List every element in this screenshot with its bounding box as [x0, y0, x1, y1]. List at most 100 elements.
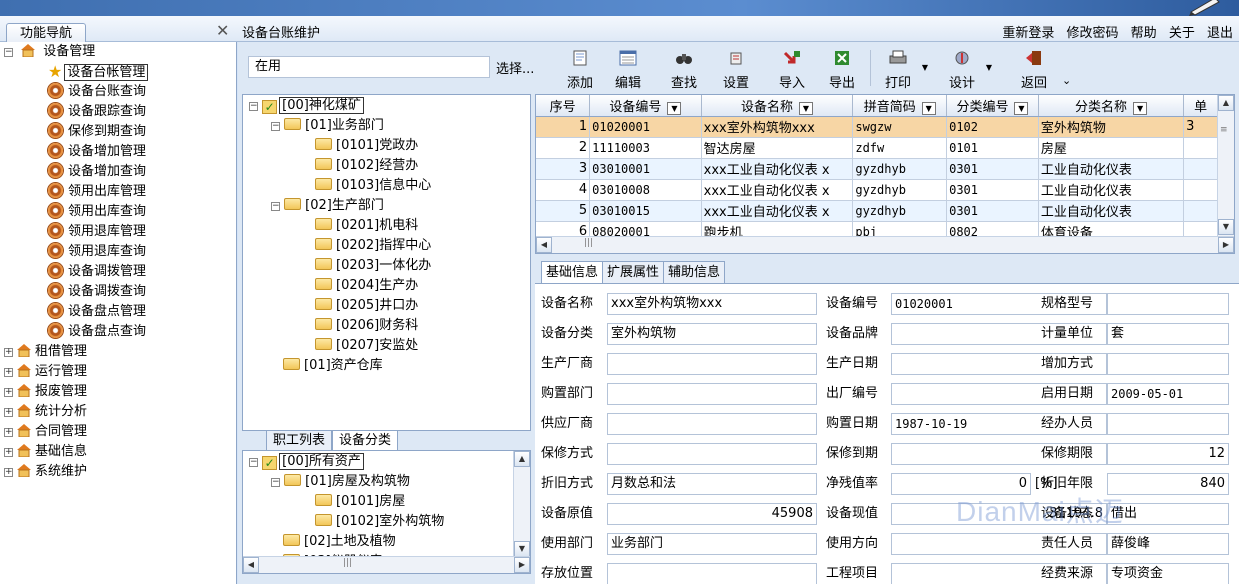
tree-node[interactable]: [02]土地及植物: [271, 532, 396, 552]
nav-group[interactable]: + 运行管理: [4, 362, 87, 382]
nav-tab[interactable]: 功能导航: [6, 23, 86, 43]
field-input[interactable]: 45908: [607, 503, 817, 525]
nav-item[interactable]: 设备盘点管理: [48, 302, 146, 322]
nav-group[interactable]: + 系统维护: [4, 462, 87, 482]
column-header[interactable]: 设备名称 ▼: [701, 95, 854, 117]
column-header[interactable]: 拼音简码 ▼: [852, 95, 948, 117]
field-input[interactable]: [1107, 353, 1229, 375]
nav-group[interactable]: + 基础信息: [4, 442, 87, 462]
field-input[interactable]: xxx室外构筑物xxx: [607, 293, 817, 315]
expand-icon[interactable]: +: [4, 448, 13, 457]
nav-item[interactable]: 设备跟踪查询: [48, 102, 146, 122]
field-input[interactable]: [607, 383, 817, 405]
status-filter-input[interactable]: 在用: [248, 56, 490, 78]
table-row[interactable]: 5 03010015 xxx工业自动化仪表 x gyzdhyb 0301 工业自动化仪表: [536, 200, 1218, 222]
nav-item[interactable]: 设备增加查询: [48, 162, 146, 182]
nav-item[interactable]: 保修到期查询: [48, 122, 146, 142]
tab-auxiliary-info[interactable]: 辅助信息: [663, 261, 726, 283]
expand-icon[interactable]: +: [4, 368, 13, 377]
category-vscrollbar[interactable]: ▲ ▼: [513, 451, 530, 558]
add-button[interactable]: 添加: [560, 50, 600, 91]
column-filter-icon[interactable]: ▼: [799, 101, 813, 115]
export-button[interactable]: 导出: [822, 50, 862, 91]
collapse-icon[interactable]: −: [271, 478, 280, 487]
close-icon[interactable]: ✕: [216, 21, 229, 40]
nav-item[interactable]: 设备调拨管理: [48, 262, 146, 282]
column-filter-icon[interactable]: ▼: [667, 101, 682, 115]
grid-vscrollbar[interactable]: ▲ ≡ ▼: [1217, 95, 1234, 236]
column-header[interactable]: 序号: [536, 95, 591, 117]
scroll-grip-icon[interactable]: |||: [584, 238, 593, 248]
edit-button[interactable]: 编辑: [608, 50, 648, 91]
field-input[interactable]: 12: [1107, 443, 1229, 465]
column-header[interactable]: 分类编号 ▼: [946, 95, 1039, 117]
table-row[interactable]: 3 03010001 xxx工业自动化仪表 x gyzdhyb 0301 工业自动化仪表: [536, 158, 1218, 180]
nav-item[interactable]: 领用出库查询: [48, 202, 146, 222]
nav-item[interactable]: 设备调拨查询: [48, 282, 146, 302]
tree-node[interactable]: [0102]经营办: [315, 156, 418, 176]
tab-employee-list[interactable]: 职工列表: [266, 430, 333, 450]
field-input[interactable]: 840: [1107, 473, 1229, 495]
field-input[interactable]: [607, 353, 817, 375]
collapse-icon[interactable]: −: [4, 48, 13, 57]
column-filter-icon[interactable]: ▼: [921, 101, 936, 115]
relogin-link[interactable]: 重新登录: [1002, 26, 1054, 41]
nav-group[interactable]: + 合同管理: [4, 422, 87, 442]
design-dropdown-icon[interactable]: ▼: [986, 63, 992, 72]
nav-item[interactable]: 领用退库查询: [48, 242, 146, 262]
print-dropdown-icon[interactable]: ▼: [922, 63, 928, 72]
field-input[interactable]: [607, 563, 817, 584]
tree-node[interactable]: [0204]生产办: [315, 276, 418, 296]
tab-extended-attrs[interactable]: 扩展属性: [602, 261, 665, 283]
tree-node[interactable]: [0201]机电科: [315, 216, 418, 236]
tree-root-all-assets[interactable]: − ✓ [00]所有资产: [249, 452, 364, 472]
column-header[interactable]: 设备编号 ▼: [589, 95, 702, 117]
tab-basic-info[interactable]: 基础信息: [541, 261, 604, 283]
tree-node[interactable]: − [01]业务部门: [271, 116, 384, 136]
tree-root-company[interactable]: − ✓ [00]神化煤矿: [249, 96, 364, 116]
expand-icon[interactable]: +: [4, 428, 13, 437]
about-link[interactable]: 关于: [1169, 26, 1195, 41]
settings-button[interactable]: 设置: [716, 50, 756, 91]
table-row[interactable]: 4 03010008 xxx工业自动化仪表 x gyzdhyb 0301 工业自动化仪表: [536, 179, 1218, 201]
nav-group[interactable]: + 统计分析: [4, 402, 87, 422]
field-input[interactable]: 套: [1107, 323, 1229, 345]
collapse-icon[interactable]: −: [271, 122, 280, 131]
field-input[interactable]: 业务部门: [607, 533, 817, 555]
collapse-icon[interactable]: −: [249, 102, 258, 111]
help-link[interactable]: 帮助: [1131, 26, 1157, 41]
tree-node[interactable]: [0102]室外构筑物: [315, 512, 444, 532]
tree-node[interactable]: [01]资产仓库: [271, 356, 383, 376]
column-filter-icon[interactable]: ▼: [1133, 101, 1148, 115]
field-input[interactable]: [607, 413, 817, 435]
print-button[interactable]: 打印 ▼: [878, 50, 928, 91]
tree-node[interactable]: [0101]党政办: [315, 136, 418, 156]
field-input[interactable]: 专项资金: [1107, 563, 1229, 584]
field-input[interactable]: 月数总和法: [607, 473, 817, 495]
field-input[interactable]: [1107, 413, 1229, 435]
exit-link[interactable]: 退出: [1207, 26, 1233, 41]
field-input[interactable]: 薛俊峰: [1107, 533, 1229, 555]
nav-group[interactable]: + 报废管理: [4, 382, 87, 402]
design-button[interactable]: 设计 ▼: [942, 50, 992, 91]
field-input[interactable]: [1107, 293, 1229, 315]
select-button[interactable]: 选择...: [496, 58, 534, 77]
nav-group-equipment[interactable]: − 设备管理: [4, 42, 95, 62]
nav-group[interactable]: + 租借管理: [4, 342, 87, 362]
collapse-icon[interactable]: −: [249, 458, 258, 467]
nav-item[interactable]: 设备盘点查询: [48, 322, 146, 342]
tree-node[interactable]: − [01]房屋及构筑物: [271, 472, 410, 492]
grid-hscrollbar[interactable]: ◀ ||| ▶: [536, 236, 1234, 253]
table-row[interactable]: 1 01020001 xxx室外构筑物xxx swgzw 0102 室外构筑物 3: [536, 116, 1218, 138]
nav-item[interactable]: ★ 设备台帐管理: [48, 62, 149, 82]
tree-node[interactable]: [0205]井口办: [315, 296, 418, 316]
column-filter-icon[interactable]: ▼: [1014, 101, 1029, 115]
field-input[interactable]: 室外构筑物: [607, 323, 817, 345]
scroll-right-icon[interactable]: ▶: [1218, 237, 1234, 253]
column-header[interactable]: 分类名称 ▼: [1038, 95, 1185, 117]
scroll-down-icon[interactable]: ▼: [1218, 219, 1234, 235]
change-password-link[interactable]: 修改密码: [1067, 26, 1119, 41]
tree-node[interactable]: [0206]财务科: [315, 316, 418, 336]
nav-item[interactable]: 设备台账查询: [48, 82, 146, 102]
tab-equipment-category[interactable]: 设备分类: [332, 430, 399, 450]
